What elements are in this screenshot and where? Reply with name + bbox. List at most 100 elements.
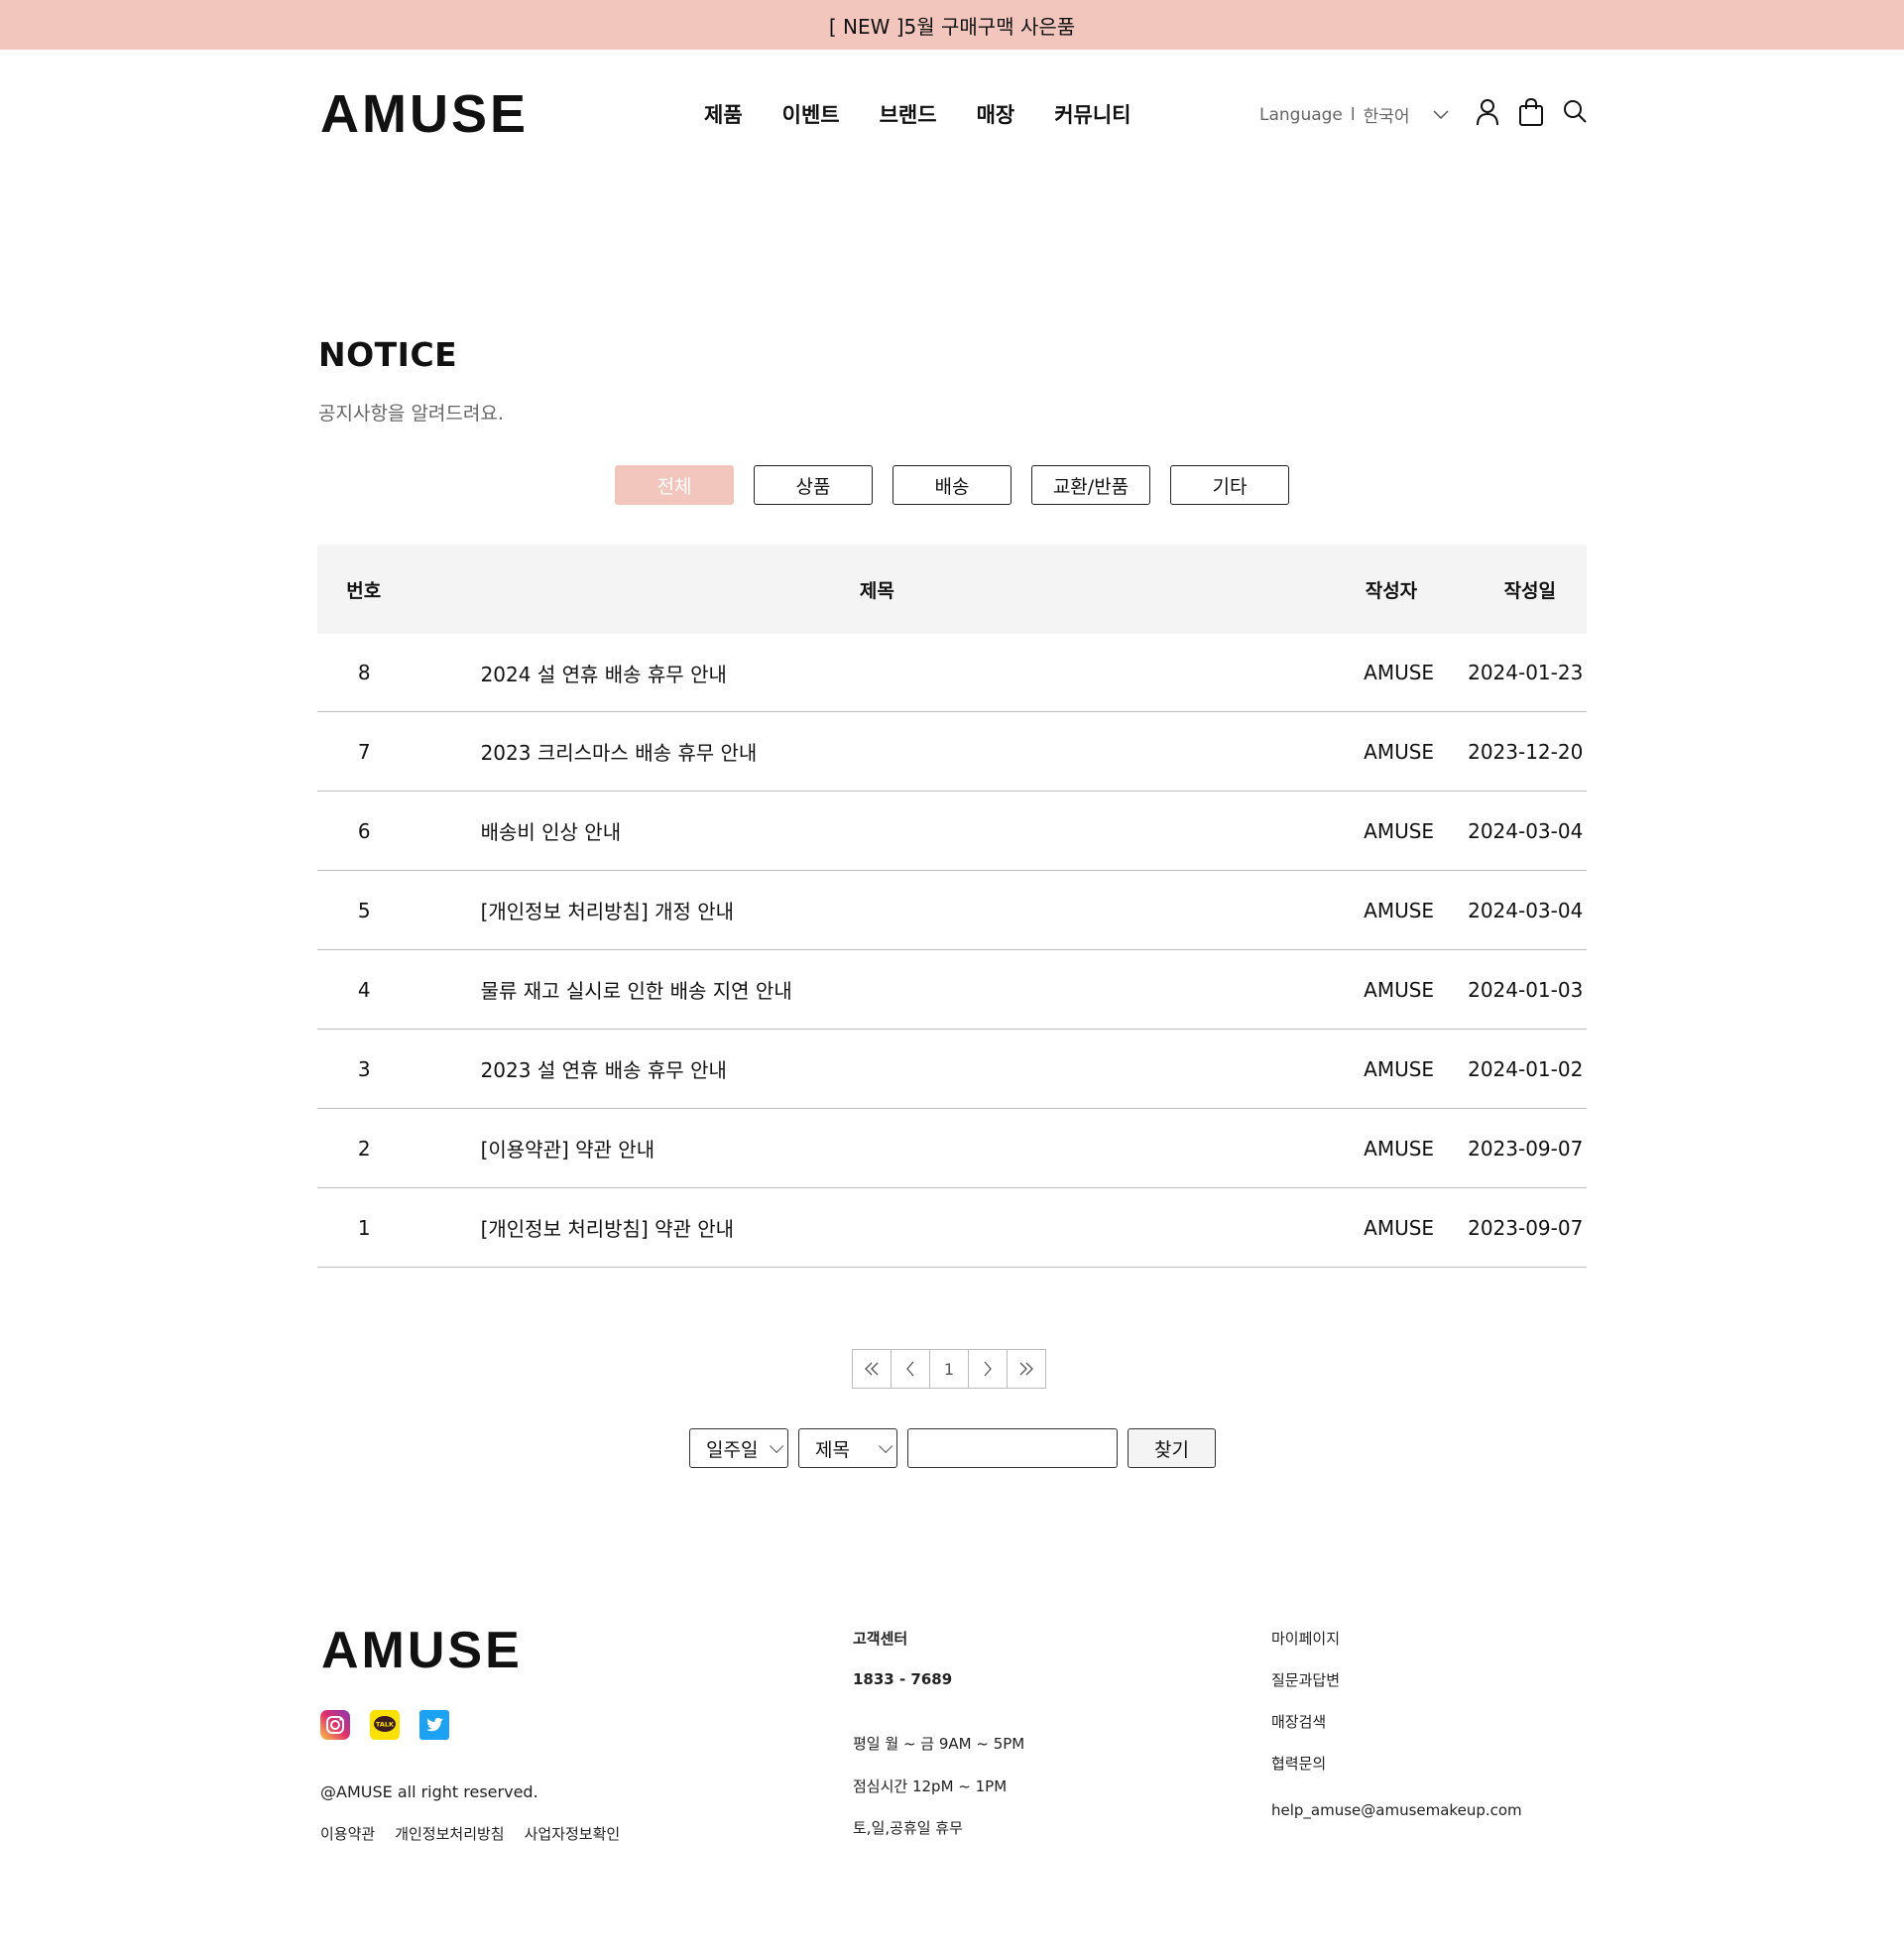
row-author: AMUSE: [1364, 1136, 1435, 1161]
main-nav: 제품 이벤트 브랜드 매장 커뮤니티: [704, 99, 1131, 129]
row-no: 4: [357, 977, 371, 1002]
user-icon[interactable]: [1474, 97, 1501, 127]
row-title[interactable]: [개인정보 처리방침] 약관 안내: [412, 1213, 1354, 1242]
row-title[interactable]: [이용약관] 약관 안내: [412, 1134, 1354, 1163]
prev-page-button[interactable]: [891, 1349, 930, 1389]
row-date: 2023-12-20: [1468, 739, 1584, 764]
row-author: AMUSE: [1364, 1056, 1435, 1081]
tab-shipping[interactable]: 배송: [892, 465, 1012, 505]
header-date: 작성일: [1503, 579, 1557, 602]
row-title[interactable]: 2024 설 연휴 배송 휴무 안내: [412, 659, 1354, 687]
row-no: 2: [357, 1136, 371, 1161]
row-author: AMUSE: [1364, 977, 1435, 1002]
field-select-value: 제목: [815, 1438, 850, 1461]
notice-table: 번호 제목 작성자 작성일 8 2024 설 연휴 배송 휴무 안내 AMUSE 20…: [317, 545, 1587, 1268]
row-date: 2024-03-04: [1468, 818, 1584, 843]
row-author: AMUSE: [1364, 661, 1435, 684]
row-no: 1: [357, 1215, 371, 1240]
nav-item-community[interactable]: 커뮤니티: [1054, 99, 1130, 129]
table-row[interactable]: 4 물류 재고 실시로 인한 배송 지연 안내 AMUSE 2024-01-03: [317, 950, 1587, 1030]
cs-lunch: 점심시간 12pM ~ 1PM: [853, 1777, 1008, 1795]
search-button[interactable]: 찾기: [1128, 1428, 1216, 1468]
copyright-text: @AMUSE all right reserved.: [320, 1782, 538, 1801]
footer-menu-partnership[interactable]: 협력문의: [1271, 1753, 1326, 1774]
next-page-button[interactable]: [968, 1349, 1008, 1389]
footer-email[interactable]: help_amuse@amusemakeup.com: [1271, 1801, 1522, 1819]
nav-item-events[interactable]: 이벤트: [782, 99, 840, 129]
tab-exchange-return[interactable]: 교환/반품: [1031, 465, 1150, 505]
chevron-left-icon: [906, 1361, 914, 1377]
row-no: 3: [357, 1056, 371, 1081]
language-separator: l: [1350, 104, 1356, 125]
field-select[interactable]: 제목: [798, 1428, 897, 1468]
row-author: AMUSE: [1364, 739, 1435, 764]
table-row[interactable]: 2 [이용약관] 약관 안내 AMUSE 2023-09-07: [317, 1109, 1587, 1188]
page-number-button[interactable]: 1: [929, 1349, 969, 1389]
row-title[interactable]: 2023 크리스마스 배송 휴무 안내: [412, 737, 1354, 766]
kakaotalk-text: TALK: [376, 1721, 395, 1729]
period-select-value: 일주일: [706, 1438, 759, 1461]
kakaotalk-icon[interactable]: TALK: [370, 1710, 400, 1740]
double-chevron-left-icon: [865, 1362, 879, 1376]
site-header: AMUSE 제품 이벤트 브랜드 매장 커뮤니티 Language l 한국어: [0, 50, 1904, 179]
tab-all[interactable]: 전체: [615, 465, 734, 505]
double-chevron-right-icon: [1019, 1362, 1033, 1376]
brand-logo[interactable]: AMUSE: [320, 87, 529, 141]
header-author: 작성자: [1365, 579, 1418, 602]
chevron-right-icon: [984, 1361, 992, 1377]
twitter-icon[interactable]: [419, 1710, 449, 1740]
row-author: AMUSE: [1364, 1215, 1435, 1240]
first-page-button[interactable]: [852, 1349, 892, 1389]
instagram-icon[interactable]: [320, 1710, 350, 1740]
cs-holiday: 토,일,공휴일 휴무: [853, 1819, 963, 1837]
footer-logo[interactable]: AMUSE: [321, 1625, 523, 1676]
language-value: 한국어: [1363, 107, 1410, 127]
chevron-down-icon: [1433, 109, 1449, 119]
footer-link-business-info[interactable]: 사업자정보확인: [525, 1823, 621, 1844]
footer-link-terms[interactable]: 이용약관: [320, 1823, 375, 1844]
search-icon[interactable]: [1561, 97, 1589, 127]
period-select[interactable]: 일주일: [689, 1428, 788, 1468]
table-row[interactable]: 5 [개인정보 처리방침] 개정 안내 AMUSE 2024-03-04: [317, 871, 1587, 950]
announcement-bar[interactable]: [ NEW ]5월 구매구맥 사은품: [0, 0, 1904, 50]
pagination: 1: [852, 1349, 1046, 1389]
table-row[interactable]: 7 2023 크리스마스 배송 휴무 안내 AMUSE 2023-12-20: [317, 712, 1587, 792]
category-tabs: 전체 상품 배송 교환/반품 기타: [615, 465, 1289, 505]
table-row[interactable]: 6 배송비 인상 안내 AMUSE 2024-03-04: [317, 792, 1587, 871]
row-date: 2024-03-04: [1468, 898, 1584, 922]
row-title[interactable]: [개인정보 처리방침] 개정 안내: [412, 896, 1354, 924]
search-input[interactable]: [907, 1428, 1118, 1468]
table-row[interactable]: 1 [개인정보 처리방침] 약관 안내 AMUSE 2023-09-07: [317, 1188, 1587, 1268]
page-subtitle: 공지사항을 알려드려요.: [318, 403, 504, 425]
table-row[interactable]: 3 2023 설 연휴 배송 휴무 안내 AMUSE 2024-01-02: [317, 1030, 1587, 1109]
social-links: TALK: [320, 1710, 449, 1740]
cs-phone: 1833 - 7689: [853, 1670, 953, 1688]
row-no: 5: [357, 898, 371, 922]
shopping-bag-icon[interactable]: [1517, 97, 1545, 127]
footer-menu-qna[interactable]: 질문과답변: [1271, 1669, 1340, 1690]
footer-link-privacy[interactable]: 개인정보처리방침: [395, 1823, 504, 1844]
footer-menu-store-search[interactable]: 매장검색: [1271, 1711, 1326, 1732]
row-author: AMUSE: [1364, 818, 1435, 843]
tab-etc[interactable]: 기타: [1170, 465, 1289, 505]
last-page-button[interactable]: [1007, 1349, 1046, 1389]
nav-item-brand[interactable]: 브랜드: [880, 99, 937, 129]
header-title: 제목: [859, 579, 894, 602]
header-icons: [1474, 97, 1589, 127]
footer-menu-mypage[interactable]: 마이페이지: [1271, 1628, 1340, 1649]
language-selector[interactable]: Language l 한국어: [1259, 102, 1450, 127]
table-row[interactable]: 8 2024 설 연휴 배송 휴무 안내 AMUSE 2024-01-23: [317, 634, 1587, 712]
row-title[interactable]: 물류 재고 실시로 인한 배송 지연 안내: [412, 975, 1354, 1004]
nav-item-stores[interactable]: 매장: [977, 99, 1015, 129]
cs-title: 고객센터: [853, 1630, 908, 1648]
row-no: 8: [357, 661, 371, 684]
nav-item-products[interactable]: 제품: [704, 99, 743, 129]
row-date: 2024-01-02: [1468, 1056, 1584, 1081]
announcement-text[interactable]: [ NEW ]5월 구매구맥 사은품: [829, 11, 1075, 40]
row-title[interactable]: 2023 설 연휴 배송 휴무 안내: [412, 1054, 1354, 1083]
row-date: 2023-09-07: [1468, 1215, 1584, 1240]
row-date: 2024-01-03: [1468, 977, 1584, 1002]
chevron-down-icon: [879, 1438, 893, 1453]
tab-products[interactable]: 상품: [754, 465, 873, 505]
row-title[interactable]: 배송비 인상 안내: [412, 816, 1354, 845]
